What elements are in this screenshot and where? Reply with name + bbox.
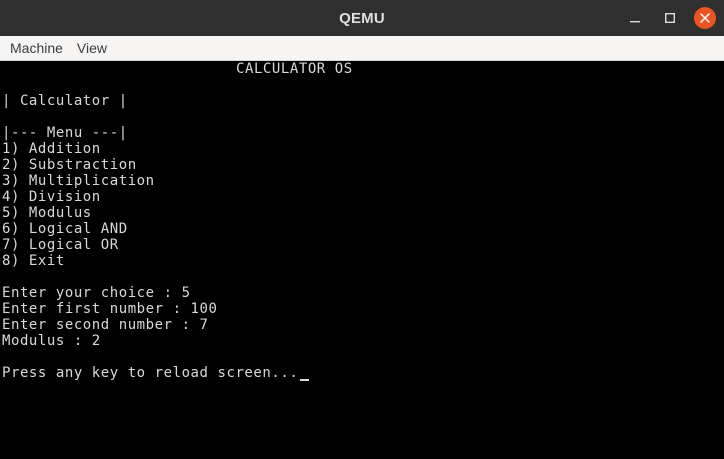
menu-option-substraction: 2) Substraction bbox=[2, 157, 137, 173]
menu-view[interactable]: View bbox=[71, 36, 115, 61]
minimize-button[interactable] bbox=[624, 7, 646, 29]
title-bar[interactable]: QEMU bbox=[0, 0, 724, 36]
choice-line: Enter your choice : 5 bbox=[2, 285, 191, 301]
second-number-line: Enter second number : 7 bbox=[2, 317, 209, 333]
menu-option-addition: 1) Addition bbox=[2, 141, 101, 157]
window-title: QEMU bbox=[339, 9, 385, 27]
text-cursor bbox=[300, 379, 309, 381]
qemu-window: QEMU Machine View CALCULATOR OS | Calcul… bbox=[0, 0, 724, 459]
menu-option-logical-or: 7) Logical OR bbox=[2, 237, 119, 253]
maximize-icon bbox=[665, 13, 675, 23]
menu-header: |--- Menu ---| bbox=[2, 125, 128, 141]
menu-option-division: 4) Division bbox=[2, 189, 101, 205]
menu-option-modulus: 5) Modulus bbox=[2, 205, 92, 221]
result-line: Modulus : 2 bbox=[2, 333, 101, 349]
menu-option-exit: 8) Exit bbox=[2, 253, 65, 269]
window-controls bbox=[624, 7, 716, 29]
menu-machine[interactable]: Machine bbox=[0, 36, 71, 61]
reload-prompt: Press any key to reload screen... bbox=[2, 365, 299, 381]
app-title: | Calculator | bbox=[2, 93, 128, 109]
os-header: CALCULATOR OS bbox=[236, 61, 353, 77]
close-icon bbox=[700, 13, 710, 23]
menu-option-logical-and: 6) Logical AND bbox=[2, 221, 128, 237]
close-button[interactable] bbox=[694, 7, 716, 29]
menu-bar: Machine View bbox=[0, 36, 724, 61]
first-number-line: Enter first number : 100 bbox=[2, 301, 218, 317]
menu-option-multiplication: 3) Multiplication bbox=[2, 173, 155, 189]
minimize-icon bbox=[630, 13, 640, 23]
maximize-button[interactable] bbox=[659, 7, 681, 29]
vm-display[interactable]: CALCULATOR OS | Calculator | |--- Menu -… bbox=[0, 61, 724, 459]
